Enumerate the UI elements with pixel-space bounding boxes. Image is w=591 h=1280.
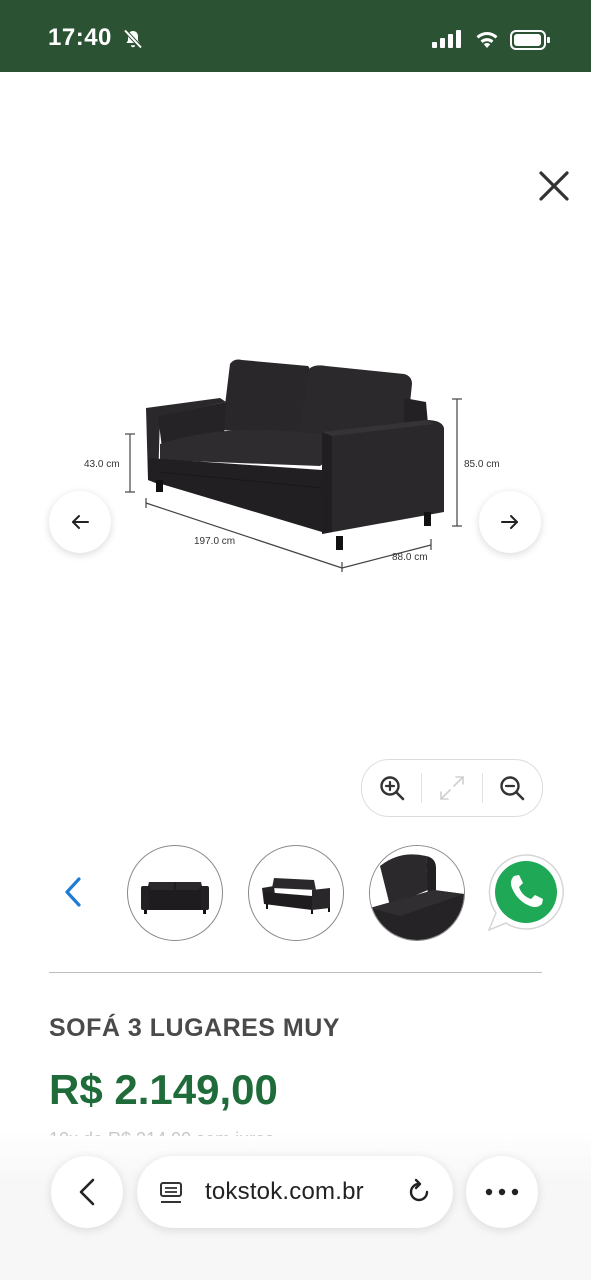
divider <box>49 972 542 973</box>
thumbnails-prev-button[interactable] <box>56 872 90 912</box>
thumbnail-front[interactable] <box>127 845 223 941</box>
chevron-left-icon <box>65 877 81 907</box>
battery-icon <box>510 29 552 56</box>
arrow-right-icon <box>501 515 518 529</box>
url-text: tokstok.com.br <box>205 1178 364 1205</box>
browser-toolbar: tokstok.com.br <box>0 1150 591 1240</box>
whatsapp-button[interactable] <box>485 852 567 934</box>
page-icon <box>159 1181 185 1210</box>
thumbnail-detail[interactable] <box>369 845 465 941</box>
zoom-in-icon <box>379 776 404 801</box>
product-title: SOFÁ 3 LUGARES MUY <box>49 1014 340 1042</box>
zoom-controls <box>361 759 543 817</box>
dim-height-total-label: 85.0 cm <box>464 459 500 470</box>
fullscreen-button[interactable] <box>422 760 481 816</box>
status-bar: 17:40 <box>0 0 591 72</box>
zoom-in-button[interactable] <box>362 760 421 816</box>
close-icon <box>539 171 569 201</box>
browser-back-button[interactable] <box>51 1156 123 1228</box>
product-image: 43.0 cm 85.0 cm 197.0 cm 88.0 cm <box>70 340 530 580</box>
dim-width-label: 197.0 cm <box>194 536 235 547</box>
close-button[interactable] <box>532 164 576 208</box>
chevron-left-icon <box>79 1178 95 1206</box>
more-icon <box>485 1188 519 1196</box>
dim-depth-label: 88.0 cm <box>392 552 428 563</box>
image-prev-button[interactable] <box>49 491 111 553</box>
wifi-icon <box>475 29 499 54</box>
cellular-signal-icon <box>432 30 462 53</box>
whatsapp-icon <box>487 854 564 932</box>
image-next-button[interactable] <box>479 491 541 553</box>
address-bar[interactable]: tokstok.com.br <box>137 1156 453 1228</box>
expand-icon <box>440 776 464 800</box>
more-options-button[interactable] <box>466 1156 538 1228</box>
zoom-out-button[interactable] <box>483 760 542 816</box>
thumbnail-angle[interactable] <box>248 845 344 941</box>
dim-height-seat-label: 43.0 cm <box>84 459 120 470</box>
bell-muted-icon <box>122 28 144 55</box>
zoom-out-icon <box>500 776 525 801</box>
status-time: 17:40 <box>48 24 112 51</box>
product-price: R$ 2.149,00 <box>49 1066 278 1113</box>
arrow-left-icon <box>72 515 89 529</box>
reload-icon[interactable] <box>405 1178 433 1211</box>
